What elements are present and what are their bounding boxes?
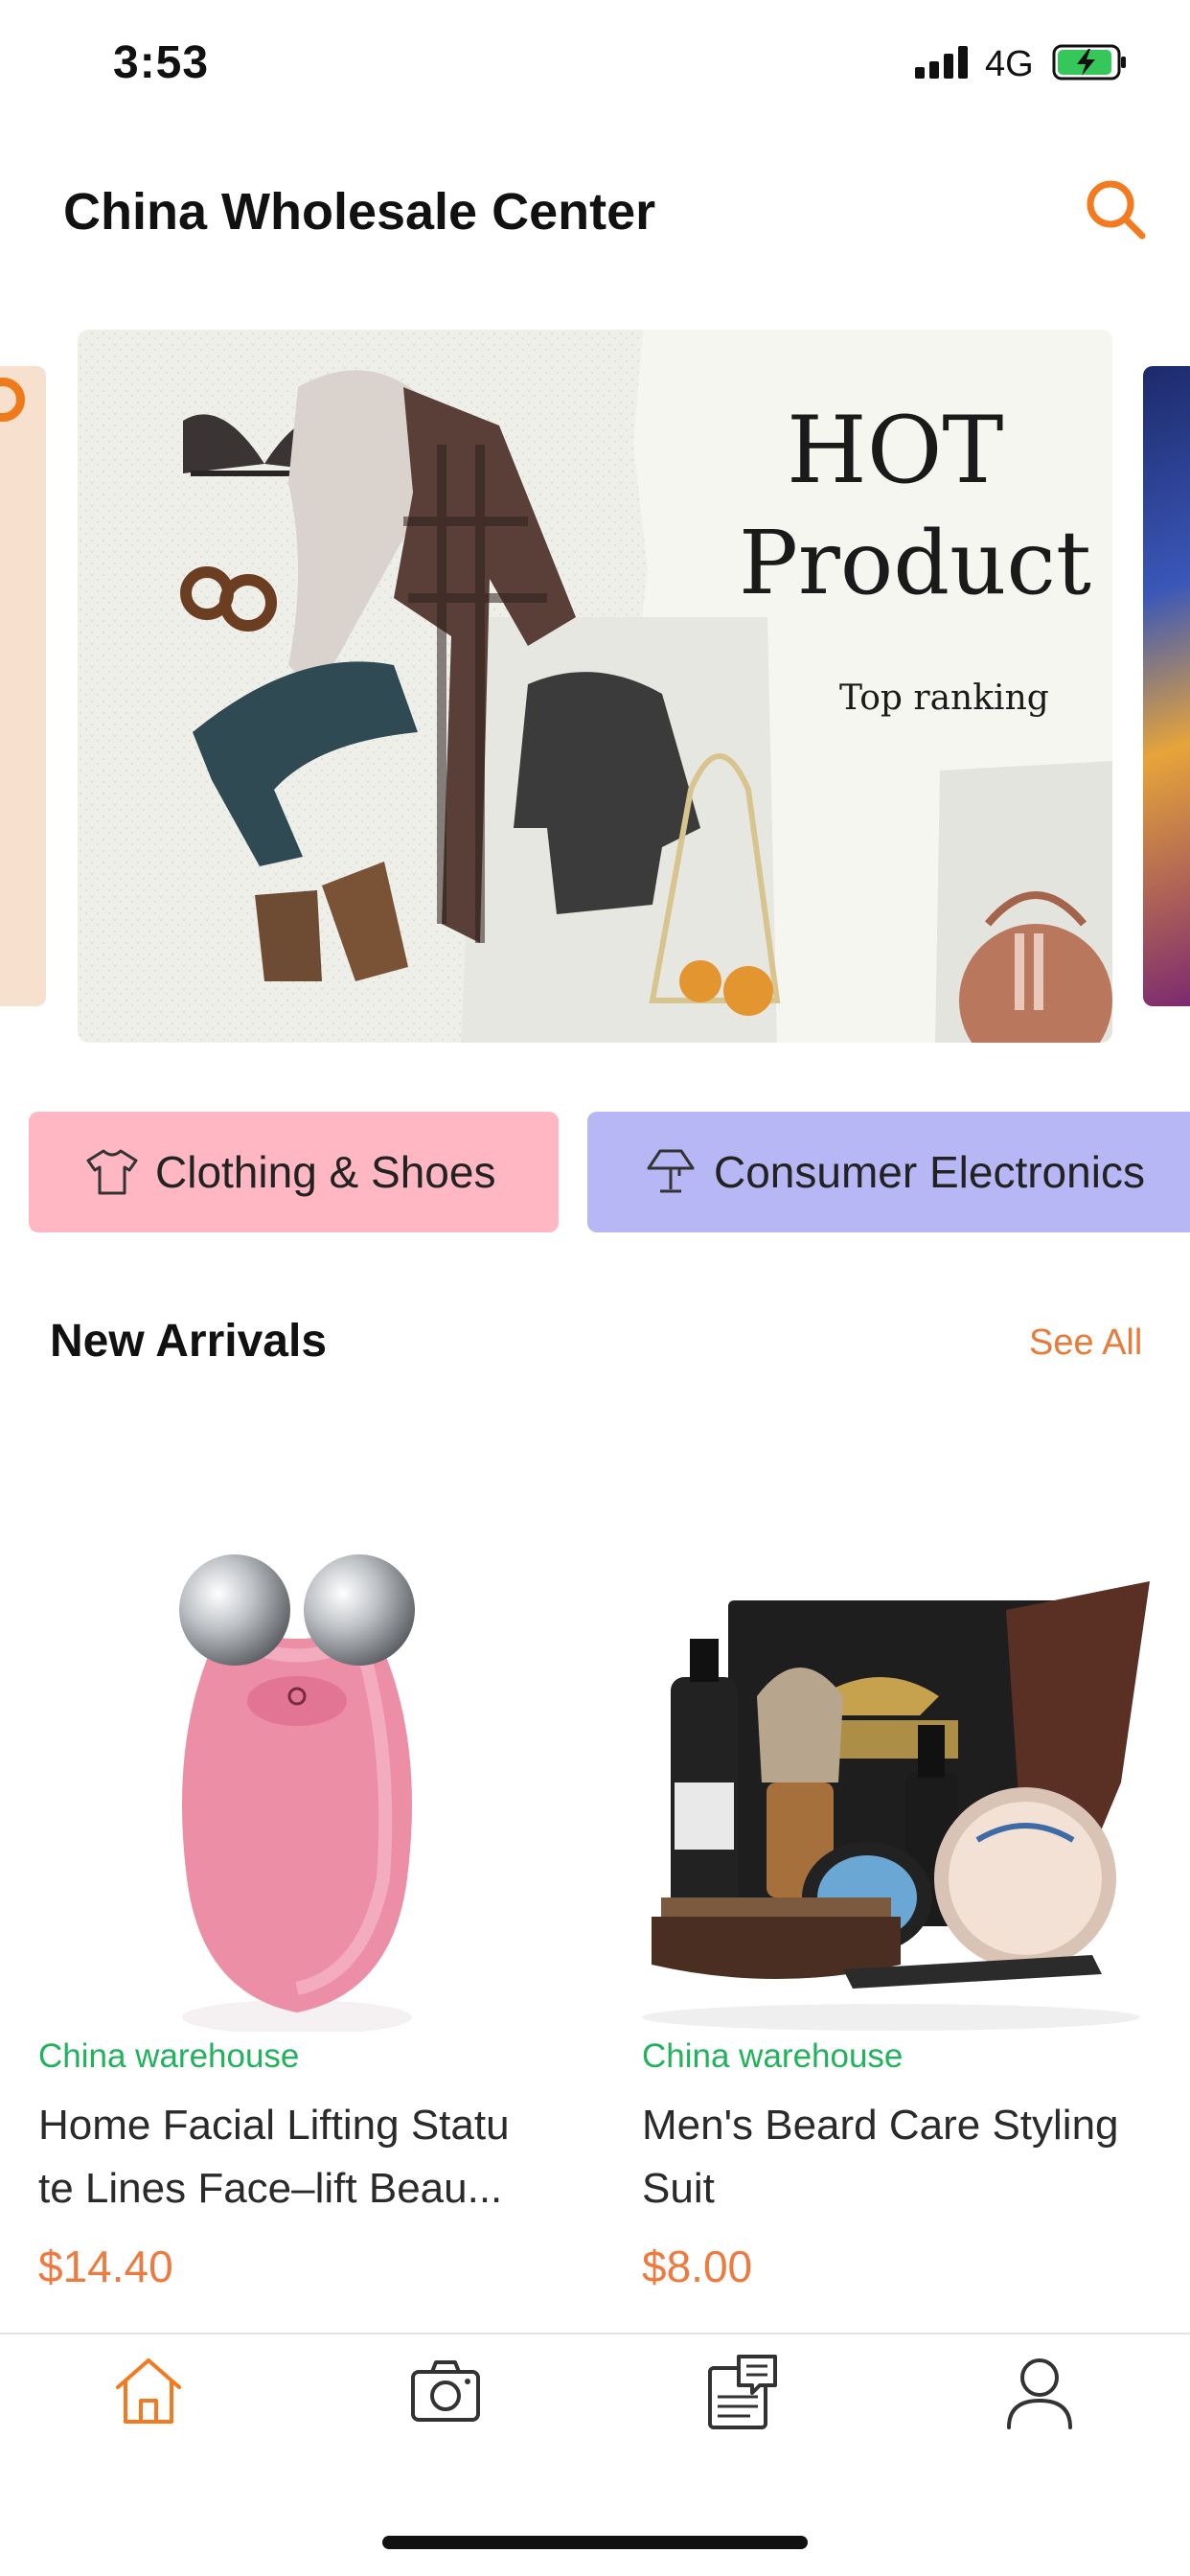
product-image-facial-device — [179, 1554, 415, 2032]
product-card[interactable]: China warehouse Men's Beard Care Styling… — [613, 1495, 1179, 2319]
orders-icon[interactable] — [704, 2353, 781, 2429]
category-label: Clothing & Shoes — [155, 1147, 496, 1197]
network-type: 4G — [985, 44, 1034, 84]
profile-icon[interactable] — [1001, 2353, 1078, 2429]
category-consumer-electronics[interactable]: Consumer Electronics — [587, 1112, 1190, 1232]
product-name: Home Facial Lifting Statu te Lines Face–… — [38, 2102, 510, 2212]
product-image-beard-kit — [642, 1581, 1150, 2031]
status-time: 3:53 — [113, 37, 210, 88]
banner-headline: HOT — [787, 397, 1004, 504]
home-indicator[interactable] — [382, 2536, 808, 2549]
camera-icon[interactable] — [407, 2353, 484, 2429]
banner-slide-next[interactable] — [1143, 366, 1190, 1006]
banner-hot-product[interactable]: HOT Product Top ranking — [78, 330, 1112, 1043]
status-bar: 3:53 4G — [0, 0, 1190, 129]
home-icon[interactable] — [110, 2353, 187, 2429]
banner-subheadline: Product — [739, 512, 1091, 614]
warehouse-label: China warehouse — [642, 2037, 904, 2075]
product-card[interactable]: China warehouse Home Facial Lifting Stat… — [10, 1495, 575, 2319]
product-price: $8.00 — [642, 2242, 753, 2291]
banner-caption: Top ranking — [839, 678, 1049, 718]
page-title: China Wholesale Center — [63, 183, 656, 241]
category-label: Consumer Electronics — [714, 1147, 1145, 1197]
ring-icon — [0, 378, 25, 422]
battery-charging-icon — [1052, 44, 1126, 80]
banner-slide-previous[interactable] — [0, 366, 46, 1006]
see-all-link[interactable]: See All — [1029, 1322, 1142, 1364]
warehouse-label: China warehouse — [38, 2037, 300, 2075]
category-clothing-shoes[interactable]: Clothing & Shoes — [29, 1112, 559, 1232]
tshirt-icon — [86, 1149, 138, 1195]
search-icon[interactable] — [1081, 174, 1150, 243]
product-price: $14.40 — [38, 2242, 173, 2291]
lamp-icon — [647, 1149, 695, 1193]
signal-bars-icon — [915, 46, 969, 79]
section-title-new-arrivals: New Arrivals — [50, 1316, 328, 1367]
product-name: Men's Beard Care Styling Suit — [642, 2102, 1119, 2212]
